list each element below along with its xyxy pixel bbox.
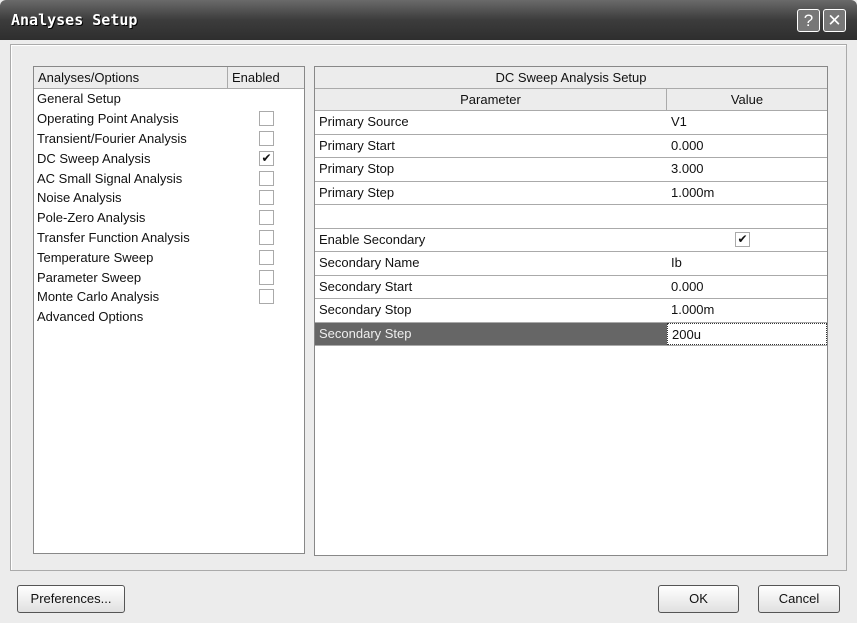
- parameter-row[interactable]: [315, 205, 827, 229]
- analysis-label: Transfer Function Analysis: [37, 229, 190, 245]
- enabled-checkbox[interactable]: [259, 111, 274, 127]
- parameter-name: Primary Stop: [319, 161, 395, 176]
- parameter-name: Secondary Name: [319, 255, 420, 270]
- help-button[interactable]: ?: [797, 9, 820, 32]
- parameter-value[interactable]: 1.000m: [667, 299, 827, 322]
- parameter-value[interactable]: 1.000m: [667, 182, 827, 205]
- analysis-label: Noise Analysis: [37, 190, 122, 206]
- parameter-name: Enable Secondary: [319, 231, 426, 247]
- col-analyses: Analyses/Options: [34, 67, 228, 88]
- parameter-row[interactable]: Enable Secondary ✔: [315, 229, 827, 252]
- analysis-item[interactable]: Transfer Function Analysis: [34, 228, 304, 248]
- parameter-name: [315, 205, 667, 228]
- parameter-row[interactable]: Secondary Start 0.000: [315, 276, 827, 299]
- analyses-list: Analyses/Options Enabled General Setup Op…: [33, 66, 305, 554]
- setup-title: DC Sweep Analysis Setup: [315, 67, 827, 89]
- parameter-name: Secondary Stop: [319, 302, 412, 317]
- analysis-label: General Setup: [37, 91, 121, 107]
- analysis-item[interactable]: Advanced Options: [34, 307, 304, 327]
- analysis-label: Advanced Options: [37, 309, 144, 325]
- enabled-checkbox[interactable]: [259, 130, 274, 146]
- analysis-label: DC Sweep Analysis: [37, 150, 151, 166]
- parameter-row[interactable]: Secondary Name Ib: [315, 252, 827, 276]
- parameter-name: Primary Source: [319, 114, 409, 129]
- analysis-label: Temperature Sweep: [37, 249, 154, 265]
- analysis-item[interactable]: Monte Carlo Analysis: [34, 287, 304, 307]
- parameter-value[interactable]: V1: [667, 111, 827, 134]
- col-parameter: Parameter: [315, 89, 667, 110]
- parameter-value[interactable]: 3.000: [667, 158, 827, 181]
- analysis-item[interactable]: Transient/Fourier Analysis: [34, 129, 304, 149]
- parameter-row[interactable]: Primary Stop 3.000: [315, 158, 827, 182]
- analysis-label: Monte Carlo Analysis: [37, 289, 160, 305]
- analysis-item[interactable]: Pole-Zero Analysis: [34, 208, 304, 228]
- parameter-row[interactable]: Secondary Stop 1.000m: [315, 299, 827, 323]
- close-button[interactable]: ✕: [823, 9, 846, 32]
- window-title: Analyses Setup: [11, 11, 138, 29]
- ok-button[interactable]: OK: [658, 585, 739, 613]
- analysis-item[interactable]: Parameter Sweep: [34, 267, 304, 287]
- parameter-name: Primary Step: [319, 184, 395, 200]
- enabled-checkbox[interactable]: ✔: [259, 150, 274, 166]
- parameter-row[interactable]: Primary Source V1: [315, 111, 827, 135]
- preferences-button[interactable]: Preferences...: [17, 585, 125, 613]
- analysis-label: Parameter Sweep: [37, 269, 142, 285]
- parameter-name: Secondary Step: [315, 322, 667, 345]
- enabled-checkbox[interactable]: [259, 210, 274, 226]
- parameter-value[interactable]: 0.000: [667, 135, 827, 158]
- enabled-checkbox[interactable]: [259, 269, 274, 285]
- enabled-checkbox[interactable]: [259, 170, 274, 186]
- analysis-item[interactable]: General Setup: [34, 89, 304, 109]
- col-enabled: Enabled: [232, 70, 280, 85]
- analysis-item[interactable]: Temperature Sweep: [34, 247, 304, 267]
- analysis-label: Pole-Zero Analysis: [37, 210, 146, 226]
- parameter-row[interactable]: Primary Start 0.000: [315, 135, 827, 158]
- analysis-label: Operating Point Analysis: [37, 111, 179, 127]
- parameter-row[interactable]: Primary Step 1.000m: [315, 182, 827, 205]
- analysis-label: Transient/Fourier Analysis: [37, 130, 187, 146]
- analysis-label: AC Small Signal Analysis: [37, 170, 183, 186]
- enabled-checkbox[interactable]: [259, 289, 274, 305]
- enabled-checkbox[interactable]: [259, 249, 274, 265]
- setup-grid: DC Sweep Analysis Setup Parameter Value …: [314, 66, 828, 556]
- parameter-value[interactable]: Ib: [667, 252, 827, 275]
- cancel-button[interactable]: Cancel: [758, 585, 840, 613]
- analysis-item[interactable]: DC Sweep Analysis ✔: [34, 148, 304, 168]
- parameter-row[interactable]: Secondary Step 200u: [315, 322, 827, 346]
- analysis-item[interactable]: AC Small Signal Analysis: [34, 168, 304, 188]
- parameter-value[interactable]: 0.000: [667, 276, 827, 299]
- enabled-checkbox[interactable]: [259, 229, 274, 245]
- enable-secondary-checkbox[interactable]: ✔: [735, 231, 750, 247]
- analysis-item[interactable]: Operating Point Analysis: [34, 109, 304, 129]
- parameter-name: Primary Start: [319, 137, 395, 153]
- value-input[interactable]: 200u: [667, 322, 827, 345]
- col-value: Value: [730, 92, 764, 107]
- parameter-value[interactable]: [667, 205, 827, 228]
- parameter-value[interactable]: ✔: [667, 229, 827, 252]
- analysis-item[interactable]: Noise Analysis: [34, 188, 304, 208]
- parameter-name: Secondary Start: [319, 278, 413, 294]
- enabled-checkbox[interactable]: [259, 190, 274, 206]
- title-bar: Analyses Setup ? ✕: [0, 0, 857, 40]
